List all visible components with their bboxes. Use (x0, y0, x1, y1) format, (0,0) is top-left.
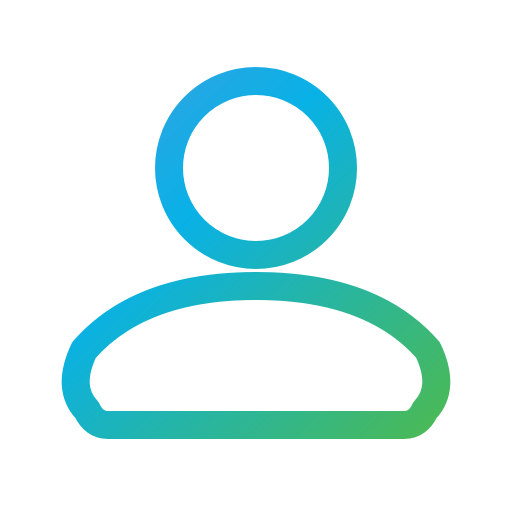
user-profile-icon-container (0, 0, 512, 512)
body-shape (61, 272, 451, 439)
head-circle (155, 67, 357, 269)
user-profile-icon (61, 67, 451, 439)
